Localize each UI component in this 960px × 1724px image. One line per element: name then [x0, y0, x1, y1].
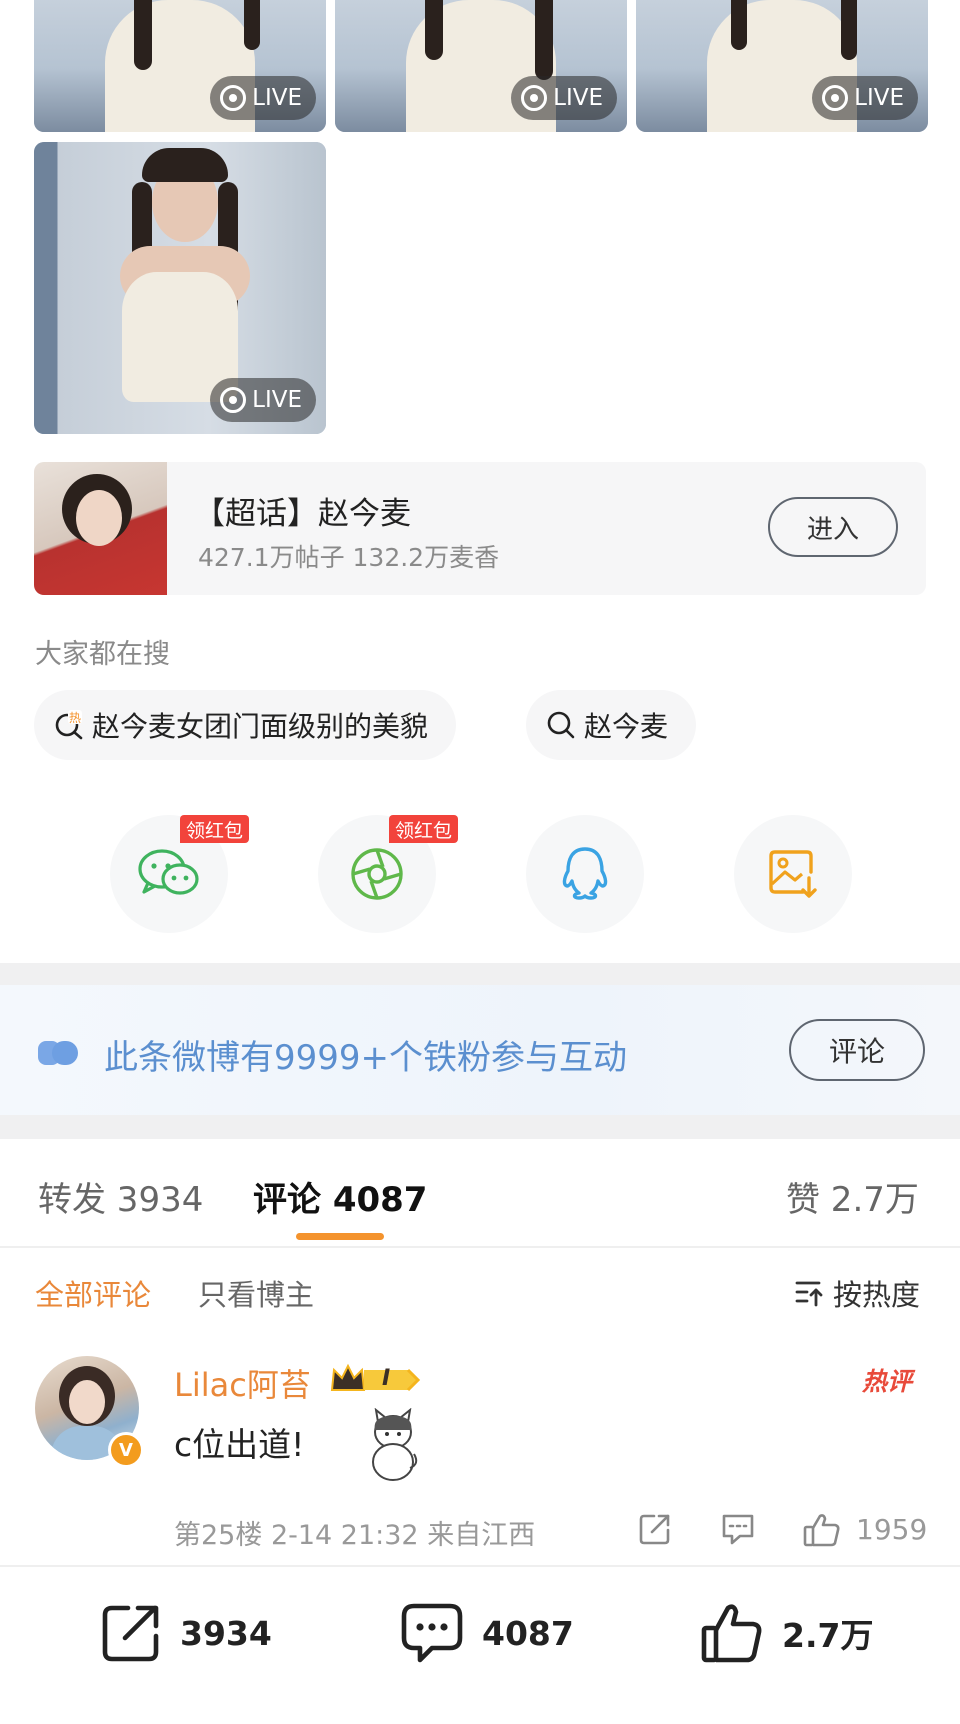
post-photo-4[interactable]: LIVE [34, 142, 326, 434]
repost-count: 3934 [180, 1613, 272, 1653]
verified-badge: V [108, 1432, 144, 1468]
photo-braid [841, 0, 857, 60]
avatar-face [69, 1380, 105, 1424]
filter-all-comments[interactable]: 全部评论 [35, 1272, 151, 1314]
sort-icon [795, 1281, 823, 1307]
live-photo-icon [220, 85, 247, 111]
wechat-icon [138, 849, 199, 895]
live-badge-label: LIVE [252, 85, 302, 111]
photo-braid [134, 0, 152, 70]
live-badge-label: LIVE [553, 85, 603, 111]
filter-author-only[interactable]: 只看博主 [198, 1272, 314, 1314]
svg-text:热: 热 [69, 711, 81, 725]
live-badge: LIVE [511, 76, 617, 120]
member-level-badge: I [330, 1362, 422, 1398]
super-topic-card[interactable]: 【超话】赵今麦 427.1万帖子 132.2万麦香 进入 [34, 462, 926, 595]
thumbs-up-icon [803, 1514, 840, 1547]
search-chip-text: 赵今麦女团门面级别的美貌 [92, 710, 429, 743]
tab-like[interactable]: 赞 2.7万 [786, 1172, 919, 1221]
sort-by-heat-button[interactable]: 按热度 [795, 1272, 920, 1314]
red-packet-tag: 领红包 [180, 815, 250, 843]
avatar-face [76, 490, 122, 546]
super-topic-avatar [34, 462, 167, 595]
comment-button[interactable]: 4087 [400, 1602, 574, 1664]
super-topic-title: 【超话】赵今麦 [194, 496, 411, 532]
comment-count: 4087 [482, 1613, 574, 1653]
save-image-icon [769, 850, 817, 898]
repost-button[interactable]: 3934 [100, 1602, 272, 1664]
trending-search-heading: 大家都在搜 [35, 639, 170, 670]
photo-braid [425, 0, 443, 60]
search-chip-keyword[interactable]: 赵今麦 [526, 690, 697, 760]
iron-fans-text: 此条微博有9999+个铁粉参与互动 [104, 1038, 628, 1078]
post-photo-3[interactable]: LIVE [636, 0, 928, 132]
live-badge: LIVE [210, 76, 316, 120]
comment-like-count: 1959 [856, 1513, 928, 1546]
active-tab-indicator [296, 1233, 384, 1240]
repost-icon [102, 1605, 159, 1662]
comment-share-button[interactable] [638, 1512, 672, 1550]
red-packet-tag: 领红包 [389, 815, 459, 843]
enter-super-topic-button[interactable]: 进入 [768, 497, 898, 557]
comment-reply-button[interactable] [720, 1512, 756, 1550]
thumbs-up-icon [701, 1604, 762, 1663]
hot-comment-tag: 热评 [862, 1367, 913, 1396]
search-chip-hot[interactable]: 热 赵今麦女团门面级别的美貌 [34, 690, 457, 760]
moments-icon [351, 848, 403, 900]
tab-comment[interactable]: 评论 4087 [253, 1172, 427, 1221]
photo-braid [244, 0, 260, 50]
live-badge: LIVE [210, 378, 316, 422]
post-photo-1[interactable]: LIVE [34, 0, 326, 132]
live-badge-label: LIVE [854, 85, 904, 111]
live-badge: LIVE [812, 76, 918, 120]
section-divider [0, 1115, 960, 1139]
photo-braid [731, 0, 747, 50]
comment-like-button[interactable] [802, 1512, 842, 1552]
save-image-button[interactable] [734, 815, 852, 933]
share-icon [639, 1514, 670, 1545]
comment-icon [401, 1603, 463, 1663]
comment-username[interactable]: Lilac阿苔 [174, 1360, 311, 1406]
comment-text: c位出道! [174, 1425, 305, 1464]
super-topic-stats: 427.1万帖子 132.2万麦香 [198, 543, 500, 572]
live-photo-icon [220, 387, 247, 413]
live-photo-icon [822, 85, 849, 111]
tabs-divider [0, 1246, 960, 1248]
comment-icon [722, 1514, 754, 1545]
sort-label: 按热度 [833, 1278, 921, 1312]
search-icon [546, 710, 576, 740]
comment-meta: 第25楼 2-14 21:32 来自江西 [174, 1520, 536, 1551]
share-qq-button[interactable] [526, 815, 644, 933]
photo-braid [535, 0, 553, 80]
like-count: 2.7万 [782, 1616, 874, 1655]
post-photo-2[interactable]: LIVE [335, 0, 627, 132]
live-photo-icon [521, 85, 548, 111]
section-divider [0, 963, 960, 985]
like-button[interactable]: 2.7万 [700, 1602, 873, 1664]
tab-repost[interactable]: 转发 3934 [38, 1172, 203, 1221]
qq-icon [562, 847, 608, 900]
hot-search-icon: 热 [54, 710, 84, 740]
photo-hair [142, 148, 228, 182]
live-badge-label: LIVE [252, 387, 302, 413]
search-chip-text: 赵今麦 [584, 710, 669, 743]
fans-icon [38, 1040, 82, 1066]
member-level-text: I [382, 1366, 391, 1391]
fans-comment-button[interactable]: 评论 [789, 1019, 925, 1081]
cat-sticker-icon [366, 1407, 420, 1482]
